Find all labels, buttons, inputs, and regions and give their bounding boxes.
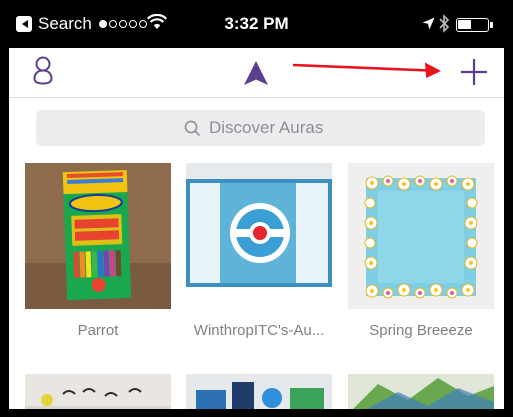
aura-logo-icon <box>244 61 268 85</box>
aura-title: Spring Breeeze <box>369 322 473 339</box>
aura-title: WinthropITC's-Au... <box>193 322 325 339</box>
search-input[interactable] <box>209 118 337 138</box>
aura-thumbnail[interactable] <box>186 163 332 309</box>
aura-thumbnail[interactable] <box>348 163 494 309</box>
search-icon <box>184 120 201 136</box>
battery-fill <box>458 20 471 29</box>
thumbnail-image-icon <box>25 374 171 414</box>
aura-tile-parrot[interactable]: Parrot <box>25 163 171 339</box>
aura-thumbnail[interactable] <box>25 163 171 309</box>
aura-thumbnail[interactable] <box>348 374 494 414</box>
thumbnail-image-icon <box>348 374 494 414</box>
daisy-frame-image-icon <box>348 163 494 309</box>
thumbnail-image-icon <box>186 374 332 414</box>
search-bar[interactable] <box>36 110 485 146</box>
location-arrow-icon <box>422 17 435 30</box>
aura-thumbnail[interactable] <box>186 374 332 414</box>
colored-pencils-image-icon <box>25 163 171 309</box>
bluetooth-icon <box>439 14 450 33</box>
aura-tile-partial-3[interactable] <box>348 374 494 414</box>
status-bar: Search 3:32 PM <box>0 0 513 48</box>
navigation-bar <box>0 48 513 98</box>
aura-tile-winthropitc[interactable]: WinthropITC's-Au... <box>186 163 332 339</box>
aura-thumbnail[interactable] <box>25 374 171 414</box>
aura-tile-partial-1[interactable] <box>25 374 171 414</box>
profile-icon[interactable] <box>33 56 53 86</box>
aura-tile-partial-2[interactable] <box>186 374 332 414</box>
pokestop-poster-image-icon <box>186 163 332 309</box>
add-aura-button[interactable] <box>456 54 492 90</box>
battery-icon <box>456 18 493 32</box>
red-arrow-annotation-icon <box>292 62 441 78</box>
aura-title: Parrot <box>77 322 119 339</box>
aura-tile-spring-breeeze[interactable]: Spring Breeeze <box>348 163 494 339</box>
status-time: 3:32 PM <box>224 14 289 33</box>
